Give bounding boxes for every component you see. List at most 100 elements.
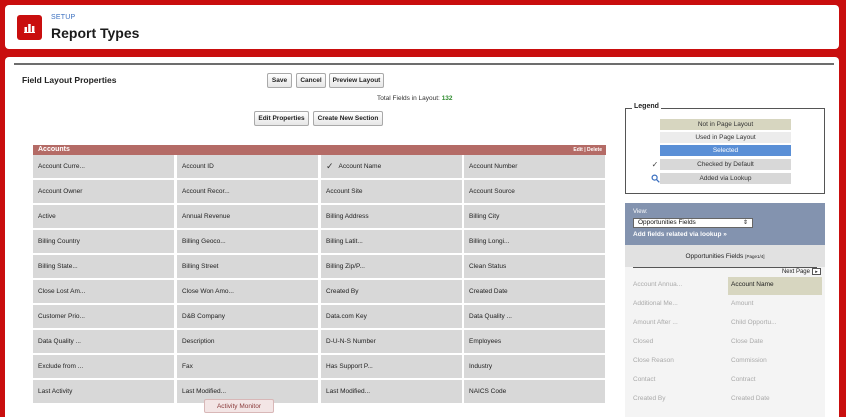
section-title: Field Layout Properties (22, 75, 117, 85)
field-cell[interactable]: Active (33, 205, 174, 228)
palette-field[interactable]: Contract (728, 372, 822, 390)
accounts-section-header: Accounts Edit | Delete (33, 145, 606, 155)
field-cell[interactable]: Created Date (464, 280, 605, 303)
field-label: Clean Status (469, 263, 507, 270)
palette-field[interactable]: Amount (728, 296, 822, 314)
palette-row: Closed Close Date (625, 334, 825, 352)
field-cell[interactable]: Description (177, 330, 318, 353)
palette-field[interactable]: Close Reason (633, 357, 674, 364)
field-cell[interactable]: Billing Zip/P... (321, 255, 462, 278)
field-label: Account ID (182, 163, 214, 170)
field-cell[interactable]: Billing Address (321, 205, 462, 228)
field-cell[interactable]: Employees (464, 330, 605, 353)
field-cell[interactable]: Close Won Amo... (177, 280, 318, 303)
palette-row: Contact Contract (625, 372, 825, 390)
field-label: Active (38, 213, 56, 220)
legend-used-in-layout: Used in Page Layout (660, 132, 791, 143)
field-cell[interactable]: D-U-N-S Number (321, 330, 462, 353)
field-cell[interactable]: D&B Company (177, 305, 318, 328)
section-edit-delete[interactable]: Edit | Delete (573, 147, 602, 153)
field-label: Industry (469, 363, 493, 370)
legend-not-in-layout: Not in Page Layout (660, 119, 791, 130)
accounts-section-title: Accounts (38, 146, 70, 153)
field-label: D-U-N-S Number (326, 338, 376, 345)
field-cell[interactable]: Clean Status (464, 255, 605, 278)
field-cell[interactable]: ✓ Account Name (321, 155, 462, 178)
field-cell[interactable]: Billing Latit... (321, 230, 462, 253)
palette-field[interactable]: Created Date (728, 391, 822, 409)
legend-selected: Selected (660, 145, 791, 156)
field-cell[interactable]: Billing Country (33, 230, 174, 253)
field-label: Data Quality ... (38, 338, 81, 345)
view-label: View: (633, 209, 648, 215)
field-cell[interactable]: Last Activity (33, 380, 174, 403)
field-cell[interactable]: Exclude from ... (33, 355, 174, 378)
field-cell[interactable]: Account Number (464, 155, 605, 178)
palette-field[interactable]: Account Name (728, 277, 822, 295)
field-label: Billing Latit... (326, 238, 363, 245)
preview-layout-button[interactable]: Preview Layout (329, 73, 384, 88)
field-cell[interactable]: Account ID (177, 155, 318, 178)
edit-properties-button[interactable]: Edit Properties (254, 111, 309, 126)
field-label: Account Name (338, 163, 382, 170)
palette-field[interactable]: Close Date (728, 334, 822, 352)
field-cell[interactable]: Account Recor... (177, 180, 318, 203)
add-lookup-link[interactable]: Add fields related via lookup » (633, 231, 727, 238)
palette-field[interactable]: Commission (728, 353, 822, 371)
field-label: Billing State... (38, 263, 78, 270)
field-label: Employees (469, 338, 502, 345)
create-new-section-button[interactable]: Create New Section (313, 111, 383, 126)
palette-field[interactable]: Child Opportu... (728, 315, 822, 333)
field-cell[interactable]: Account Site (321, 180, 462, 203)
field-cell[interactable]: Data Quality ... (464, 305, 605, 328)
field-cell[interactable]: NAICS Code (464, 380, 605, 403)
legend-checked-by-default: Checked by Default (660, 159, 791, 170)
field-label: Description (182, 338, 215, 345)
view-select[interactable]: Opportunities Fields ⇕ (633, 218, 753, 228)
field-cell[interactable]: Data Quality ... (33, 330, 174, 353)
palette-field[interactable]: Additional Me... (633, 300, 678, 307)
cancel-button[interactable]: Cancel (296, 73, 326, 88)
next-page-label: Next Page (781, 268, 810, 275)
activity-monitor-tab[interactable]: Activity Monitor (204, 399, 274, 413)
palette-field[interactable]: Amount After ... (633, 319, 678, 326)
field-label: Close Lost Am... (38, 288, 86, 295)
field-label: Data Quality ... (469, 313, 512, 320)
legend: Legend Not in Page Layout Used in Page L… (625, 103, 825, 194)
palette-field[interactable]: Created By (633, 395, 666, 402)
field-cell[interactable]: Account Owner (33, 180, 174, 203)
palette-field[interactable]: Contact (633, 376, 655, 383)
field-cell[interactable]: Account Curre... (33, 155, 174, 178)
field-label: Data.com Key (326, 313, 367, 320)
field-cell[interactable]: Billing Longi... (464, 230, 605, 253)
field-cell[interactable]: Last Modified... (321, 380, 462, 403)
field-cell[interactable]: Close Lost Am... (33, 280, 174, 303)
field-cell[interactable]: Billing City (464, 205, 605, 228)
field-cell[interactable]: Fax (177, 355, 318, 378)
palette-row: Amount After ... Child Opportu... (625, 315, 825, 333)
field-label: Billing Address (326, 213, 369, 220)
field-cell[interactable]: Created By (321, 280, 462, 303)
checkmark-icon: ✓ (326, 161, 334, 171)
page-header: SETUP Report Types (5, 5, 839, 49)
field-cell[interactable]: Has Support P... (321, 355, 462, 378)
next-page-link[interactable]: Next Page ▸ (782, 268, 821, 275)
field-cell[interactable]: Annual Revenue (177, 205, 318, 228)
field-cell[interactable]: Billing Geoco... (177, 230, 318, 253)
field-label: Account Source (469, 188, 515, 195)
legend-added-via-lookup: Added via Lookup (660, 173, 791, 184)
field-label: Account Site (326, 188, 363, 195)
field-cell[interactable]: Industry (464, 355, 605, 378)
view-select-value: Opportunities Fields (638, 219, 696, 226)
field-cell[interactable]: Account Source (464, 180, 605, 203)
palette-field[interactable]: Closed (633, 338, 653, 345)
field-cell[interactable]: Billing State... (33, 255, 174, 278)
palette-field[interactable]: Account Annua... (633, 281, 682, 288)
total-fields: Total Fields in Layout: 132 (377, 95, 453, 102)
field-label: Has Support P... (326, 363, 373, 370)
field-cell[interactable]: Data.com Key (321, 305, 462, 328)
field-cell[interactable]: Billing Street (177, 255, 318, 278)
save-button[interactable]: Save (267, 73, 292, 88)
legend-title: Legend (632, 103, 661, 110)
field-cell[interactable]: Customer Prio... (33, 305, 174, 328)
